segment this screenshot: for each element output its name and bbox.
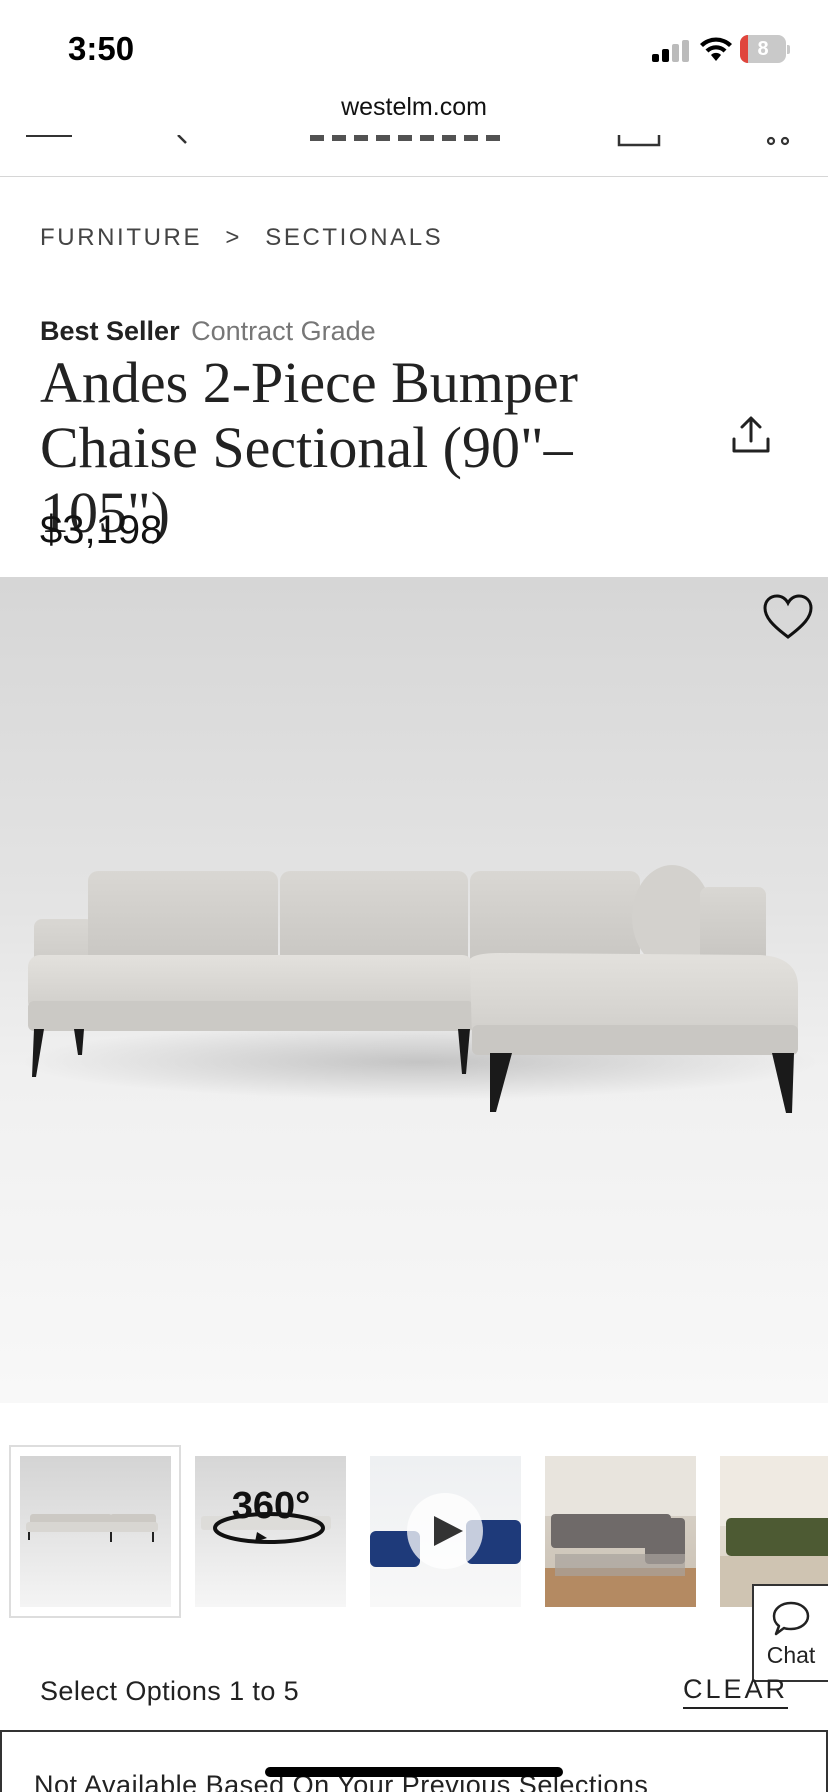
- availability-notice: Not Available Based On Your Previous Sel…: [0, 1730, 828, 1792]
- status-time: 3:50: [68, 30, 135, 67]
- site-header: [0, 135, 828, 177]
- clear-button[interactable]: CLEAR: [682, 1674, 788, 1709]
- chat-button[interactable]: Chat: [752, 1584, 828, 1682]
- thumbnail-room-image: [545, 1456, 696, 1607]
- cart-icon[interactable]: [763, 135, 795, 147]
- chat-label: Chat: [766, 1642, 816, 1668]
- product-hero-image[interactable]: [0, 577, 828, 1403]
- chat-bubble-icon: [772, 1601, 810, 1636]
- gallery-thumbnails: 360°: [0, 1444, 828, 1620]
- product-price: $3,198: [40, 508, 163, 552]
- breadcrumb-separator: >: [225, 224, 242, 251]
- thumbnail-360[interactable]: 360°: [195, 1456, 346, 1607]
- contract-grade-badge: Contract Grade: [191, 316, 376, 346]
- thumbnail-4[interactable]: [545, 1456, 696, 1607]
- status-bar: 3:50 8: [0, 0, 828, 95]
- site-logo[interactable]: [310, 135, 500, 141]
- video-thumbnail-image: [370, 1493, 521, 1569]
- search-icon[interactable]: [160, 135, 190, 145]
- share-icon[interactable]: [729, 413, 773, 457]
- best-seller-badge: Best Seller: [40, 316, 180, 346]
- home-indicator[interactable]: [265, 1767, 563, 1777]
- cellular-signal-icon: [652, 40, 690, 62]
- thumbnail-1[interactable]: [20, 1456, 171, 1607]
- breadcrumb-sectionals[interactable]: SECTIONALS: [265, 224, 443, 252]
- heart-icon[interactable]: [762, 593, 814, 641]
- battery-level: 8: [757, 38, 769, 60]
- select-options-label: Select Options 1 to 5: [40, 1676, 300, 1706]
- thumbnail-360-label: 360°: [232, 1485, 311, 1527]
- account-icon[interactable]: [617, 135, 661, 147]
- battery-icon: 8: [740, 35, 790, 63]
- rotate-360-icon: 360°: [201, 1485, 331, 1544]
- breadcrumb: FURNITURE > SECTIONALS: [40, 224, 443, 252]
- wifi-icon: [700, 37, 732, 61]
- product-badges: Best Seller Contract Grade: [40, 316, 376, 347]
- thumbnail-video[interactable]: [370, 1456, 521, 1607]
- breadcrumb-furniture[interactable]: FURNITURE: [40, 224, 202, 252]
- menu-icon[interactable]: [26, 135, 72, 137]
- options-row: Select Options 1 to 5 CLEAR: [40, 1674, 788, 1716]
- browser-url[interactable]: westelm.com: [0, 93, 828, 122]
- thumbnail-sofa-image: [26, 1514, 158, 1542]
- sofa-illustration: [20, 865, 820, 1113]
